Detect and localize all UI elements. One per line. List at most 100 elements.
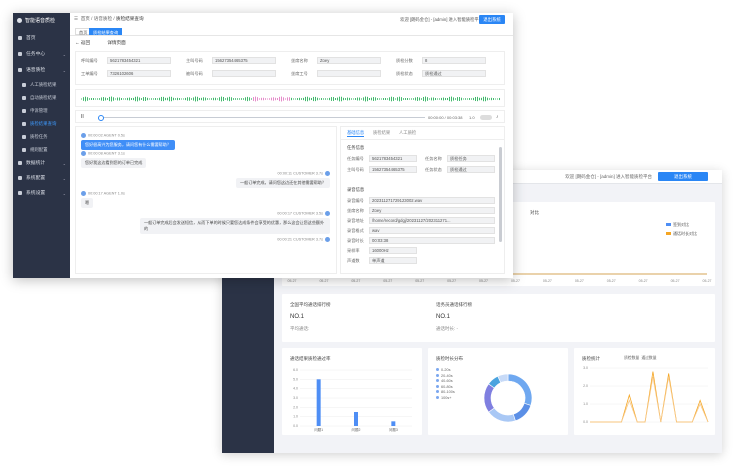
- wave-bar: [377, 98, 378, 100]
- main-area: ☰ 首页 / 语音质检 / 质检结果查询 欢迎 [朗码金仓] - [admin]…: [70, 13, 513, 278]
- side-panel-scrollbar[interactable]: [499, 147, 502, 242]
- wave-bar: [83, 97, 84, 101]
- wave-bar: [117, 97, 118, 101]
- wave-bar: [359, 97, 360, 101]
- info-value-field: 15627354465375: [212, 57, 276, 64]
- compare-x-tick: 05-27: [288, 279, 297, 283]
- donut-slice: [512, 402, 532, 422]
- audio-waveform[interactable]: [75, 89, 505, 107]
- wave-bar: [251, 98, 252, 100]
- avatar-icon: [81, 191, 86, 196]
- sidebar-item-2[interactable]: 语音质检 ⌄: [13, 65, 70, 76]
- bar-x-tick: 问题3: [389, 427, 398, 432]
- wave-bar: [337, 97, 338, 101]
- extra-field-value: 单声道: [369, 257, 417, 264]
- sidebar-item-5[interactable]: 申诉管理: [13, 105, 70, 116]
- chevron-down-icon: ⌄: [62, 52, 66, 57]
- wave-bar: [151, 98, 152, 100]
- info-label: 坐席名称: [291, 58, 308, 63]
- wave-bar: [261, 97, 262, 101]
- task-field-label: 任务名称: [425, 156, 442, 161]
- sidebar-item-3[interactable]: 人工质检结果: [13, 79, 70, 90]
- sidebar-item-11[interactable]: 系统设置 ⌄: [13, 188, 70, 199]
- side-tab-1[interactable]: 质检结果: [373, 130, 390, 136]
- nav-item-label: 语音质检: [26, 68, 46, 73]
- wave-bar: [437, 98, 438, 100]
- wave-bar: [273, 97, 274, 101]
- wave-bar: [339, 96, 340, 102]
- sidebar-item-9[interactable]: 数据统计 ⌄: [13, 158, 70, 169]
- wave-bar: [121, 98, 122, 100]
- info-value-field: [317, 70, 381, 77]
- tab-qc-query[interactable]: 质检结果查询: [89, 27, 123, 35]
- extra-field-label: 采样率: [347, 248, 360, 253]
- line-y-tick: 0.0: [583, 420, 588, 424]
- message-time: 00:00:02 AGENT 0.5s: [88, 133, 125, 138]
- wave-bar: [199, 97, 200, 101]
- playback-speed[interactable]: 1.0: [469, 115, 475, 120]
- side-tab-2[interactable]: 人工质检: [399, 130, 416, 136]
- wave-bar: [319, 98, 320, 100]
- nav-item-icon: [22, 108, 26, 113]
- audio-player: II 00:00:00 / 00:03:38 1.0 ♪: [75, 110, 505, 123]
- volume-icon[interactable]: ♪: [496, 114, 499, 120]
- back-link[interactable]: ← 返回: [75, 40, 98, 45]
- sidebar-item-8[interactable]: 规则配置: [13, 144, 70, 155]
- wave-bar: [177, 97, 178, 101]
- wave-bar: [379, 98, 380, 100]
- wave-bar: [391, 96, 392, 102]
- wave-bar: [133, 97, 134, 101]
- avatar-icon: [81, 151, 86, 156]
- wave-bar: [255, 96, 256, 102]
- avg-call-rank-sub: 平均通话:: [290, 326, 310, 331]
- compare-x-tick: 05-27: [671, 279, 680, 283]
- sidebar-item-0[interactable]: 首页: [13, 33, 70, 44]
- sidebar-item-4[interactable]: 自动质检结果: [13, 92, 70, 103]
- wave-bar: [463, 98, 464, 100]
- message-meta: 00:00:11 CUSTOMER 3.7s: [236, 171, 330, 176]
- info-value-field: 8: [422, 57, 486, 64]
- sidebar: 智能语音质检 首页 任务中心 ⌄ 语音质检 ⌄ 人工质检结果 自动质检结果 申诉管理 质检结果查…: [13, 13, 70, 278]
- bar-y-tick: 0.0: [293, 424, 298, 428]
- record-field-value: /home/record/gdgj/20231127/202311271...: [369, 217, 495, 224]
- wave-bar: [367, 96, 368, 102]
- wave-bar: [453, 97, 454, 101]
- wave-bar: [335, 98, 336, 100]
- sidebar-item-1[interactable]: 任务中心 ⌄: [13, 49, 70, 60]
- wave-bar: [81, 98, 82, 100]
- wave-bar: [87, 97, 88, 101]
- nav-item-icon: [22, 121, 26, 126]
- wave-bar: [373, 97, 374, 101]
- wave-bar: [213, 97, 214, 101]
- wave-bar: [291, 97, 292, 101]
- wave-bar: [203, 97, 204, 101]
- wave-bar: [301, 98, 302, 100]
- wave-bar: [89, 98, 90, 100]
- nav-item-icon: [18, 175, 22, 180]
- menu-toggle-icon[interactable]: ☰: [74, 16, 78, 21]
- wave-bar: [299, 97, 300, 101]
- wave-bar: [193, 97, 194, 101]
- dashboard-logout-button[interactable]: 退出系统: [658, 172, 708, 181]
- sidebar-item-6[interactable]: 质检结果查询: [13, 118, 70, 129]
- logout-button[interactable]: 退出系统: [479, 15, 505, 24]
- pause-icon[interactable]: II: [81, 114, 84, 120]
- info-label: 主叫号码: [186, 58, 203, 63]
- sidebar-item-10[interactable]: 系统配置 ⌄: [13, 173, 70, 184]
- wave-bar: [467, 98, 468, 100]
- wave-bar: [155, 98, 156, 100]
- page-tabs: 首页 质检结果查询: [70, 26, 513, 36]
- avg-call-rank-card: 全国平均通话排行榜 NO.1 平均通话:: [282, 294, 432, 342]
- wave-bar: [205, 97, 206, 101]
- side-tab-0[interactable]: 基础信息: [347, 130, 365, 137]
- compare-x-tick: 05-27: [607, 279, 616, 283]
- toggle-switch[interactable]: [480, 114, 492, 120]
- wave-bar: [85, 96, 86, 102]
- nav-item-icon: [18, 160, 22, 165]
- wave-bar: [393, 97, 394, 101]
- task-field-value: 5621783454321: [369, 155, 417, 162]
- wave-bar: [469, 98, 470, 100]
- sidebar-item-7[interactable]: 质检任务: [13, 131, 70, 142]
- progress-handle[interactable]: [98, 114, 104, 121]
- progress-track[interactable]: [100, 117, 425, 118]
